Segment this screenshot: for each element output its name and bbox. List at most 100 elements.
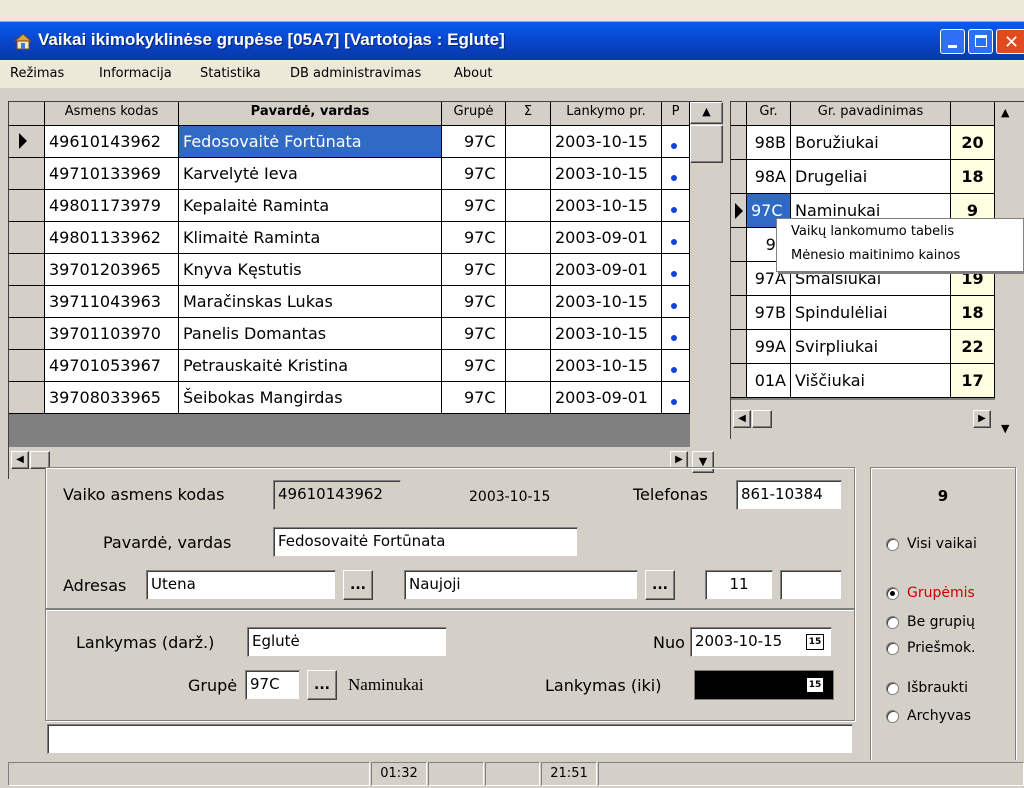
group-row-indicator[interactable] xyxy=(731,228,747,262)
children-grid-vscroll[interactable]: ▲ xyxy=(690,102,723,447)
cell-date[interactable]: 2003-10-15 xyxy=(551,126,662,158)
cell-count[interactable]: 20 xyxy=(951,126,995,160)
cell-gr[interactable]: 97B xyxy=(747,296,791,330)
context-item-meal-prices[interactable]: Mėnesio maitinimo kainos xyxy=(791,248,960,263)
cell-gr[interactable]: 98B xyxy=(747,126,791,160)
cell-sum[interactable] xyxy=(506,286,551,318)
label-grupemis[interactable]: Grupėmis xyxy=(907,585,975,601)
label-archyvas[interactable]: Archyvas xyxy=(907,708,971,724)
cell-code[interactable]: 49710133969 xyxy=(45,158,179,190)
context-item-attendance[interactable]: Vaikų lankomumo tabelis xyxy=(791,224,954,239)
cell-p[interactable] xyxy=(662,222,690,254)
group-row-indicator[interactable] xyxy=(731,194,747,228)
group-row-indicator[interactable] xyxy=(731,262,747,296)
calendar-icon[interactable]: 15 xyxy=(806,634,824,650)
cell-code[interactable]: 49801173979 xyxy=(45,190,179,222)
cell-code[interactable]: 49610143962 xyxy=(45,126,179,158)
notes-field[interactable] xyxy=(47,724,853,754)
cell-sum[interactable] xyxy=(506,158,551,190)
street-field[interactable]: Naujoji xyxy=(404,570,638,600)
cell-group[interactable]: 97C xyxy=(442,222,506,254)
cell-sum[interactable] xyxy=(506,222,551,254)
cell-gr[interactable]: 98A xyxy=(747,160,791,194)
cell-count[interactable]: 18 xyxy=(951,160,995,194)
cell-name[interactable]: Klimaitė Raminta xyxy=(179,222,442,254)
groups-hscroll-thumb[interactable] xyxy=(752,410,772,428)
row-indicator[interactable] xyxy=(9,222,45,254)
row-indicator[interactable] xyxy=(9,286,45,318)
cell-group[interactable]: 97C xyxy=(442,350,506,382)
label-isbraukti[interactable]: Išbraukti xyxy=(907,680,968,696)
cell-gr-name[interactable]: Svirpliukai xyxy=(791,330,951,364)
calendar-icon[interactable]: 15 xyxy=(806,677,824,693)
cell-sum[interactable] xyxy=(506,254,551,286)
cell-gr[interactable]: 99A xyxy=(747,330,791,364)
label-priesmok[interactable]: Priešmok. xyxy=(907,640,976,656)
cell-date[interactable]: 2003-10-15 xyxy=(551,350,662,382)
col-header-count[interactable] xyxy=(951,102,995,126)
cell-sum[interactable] xyxy=(506,318,551,350)
cell-p[interactable] xyxy=(662,382,690,414)
cell-date[interactable]: 2003-10-15 xyxy=(551,318,662,350)
group-row-indicator[interactable] xyxy=(731,160,747,194)
cell-code[interactable]: 39701103970 xyxy=(45,318,179,350)
city-field[interactable]: Utena xyxy=(146,570,336,600)
col-header-p[interactable]: P xyxy=(662,102,690,126)
scroll-thumb[interactable] xyxy=(690,125,723,163)
cell-count[interactable]: 18 xyxy=(951,296,995,330)
row-indicator[interactable] xyxy=(9,190,45,222)
cell-group[interactable]: 97C xyxy=(442,126,506,158)
col-header-group[interactable]: Grupė xyxy=(442,102,506,126)
phone-field[interactable]: 861-10384 xyxy=(736,480,842,510)
cell-code[interactable]: 39701203965 xyxy=(45,254,179,286)
group-field[interactable]: 97C xyxy=(245,670,300,700)
col-header-date[interactable]: Lankymo pr. xyxy=(551,102,662,126)
cell-sum[interactable] xyxy=(506,126,551,158)
cell-name[interactable]: Petrauskaitė Kristina xyxy=(179,350,442,382)
radio-archyvas[interactable] xyxy=(886,710,899,723)
close-button[interactable]: ✕ xyxy=(996,29,1024,54)
cell-group[interactable]: 97C xyxy=(442,254,506,286)
groups-hscroll-right-button[interactable]: ▶ xyxy=(973,410,991,428)
row-indicator[interactable] xyxy=(9,382,45,414)
col-header-sum[interactable]: Σ xyxy=(506,102,551,126)
col-header-gr[interactable]: Gr. xyxy=(747,102,791,126)
group-browse-button[interactable]: ... xyxy=(307,670,337,700)
cell-p[interactable] xyxy=(662,318,690,350)
cell-p[interactable] xyxy=(662,350,690,382)
label-be-grupiu[interactable]: Be grupių xyxy=(907,614,975,630)
cell-group[interactable]: 97C xyxy=(442,286,506,318)
group-row-indicator[interactable] xyxy=(731,126,747,160)
row-indicator[interactable] xyxy=(9,254,45,286)
cell-name[interactable]: Kepalaitė Raminta xyxy=(179,190,442,222)
group-row-indicator[interactable] xyxy=(731,330,747,364)
menu-about[interactable]: About xyxy=(454,66,492,81)
label-visi-vaikai[interactable]: Visi vaikai xyxy=(907,536,977,552)
cell-p[interactable] xyxy=(662,254,690,286)
menu-statistika[interactable]: Statistika xyxy=(200,66,261,81)
cell-group[interactable]: 97C xyxy=(442,190,506,222)
cell-code[interactable]: 49701053967 xyxy=(45,350,179,382)
cell-name[interactable]: Fedosovaitė Fortūnata xyxy=(179,126,442,158)
groups-scroll-down-button[interactable]: ▼ xyxy=(1001,422,1009,435)
cell-sum[interactable] xyxy=(506,382,551,414)
col-header-code[interactable]: Asmens kodas xyxy=(45,102,179,126)
cell-name[interactable]: Šeibokas Mangirdas xyxy=(179,382,442,414)
cell-name[interactable]: Knyva Kęstutis xyxy=(179,254,442,286)
cell-gr-name[interactable]: Spindulėliai xyxy=(791,296,951,330)
groups-grid-hscroll[interactable]: ◀ ▶ xyxy=(731,400,995,440)
cell-date[interactable]: 2003-10-15 xyxy=(551,190,662,222)
code-field[interactable]: 49610143962 xyxy=(273,480,401,510)
cell-sum[interactable] xyxy=(506,190,551,222)
house-field[interactable]: 11 xyxy=(705,570,773,600)
cell-name[interactable]: Panelis Domantas xyxy=(179,318,442,350)
cell-code[interactable]: 49801133962 xyxy=(45,222,179,254)
cell-gr[interactable]: 01A xyxy=(747,364,791,398)
cell-date[interactable]: 2003-09-01 xyxy=(551,222,662,254)
cell-date[interactable]: 2003-10-15 xyxy=(551,158,662,190)
menu-db-administravimas[interactable]: DB administravimas xyxy=(290,66,421,81)
street-browse-button[interactable]: ... xyxy=(645,570,675,600)
maximize-button[interactable] xyxy=(968,29,993,54)
cell-p[interactable] xyxy=(662,286,690,318)
cell-count[interactable]: 17 xyxy=(951,364,995,398)
